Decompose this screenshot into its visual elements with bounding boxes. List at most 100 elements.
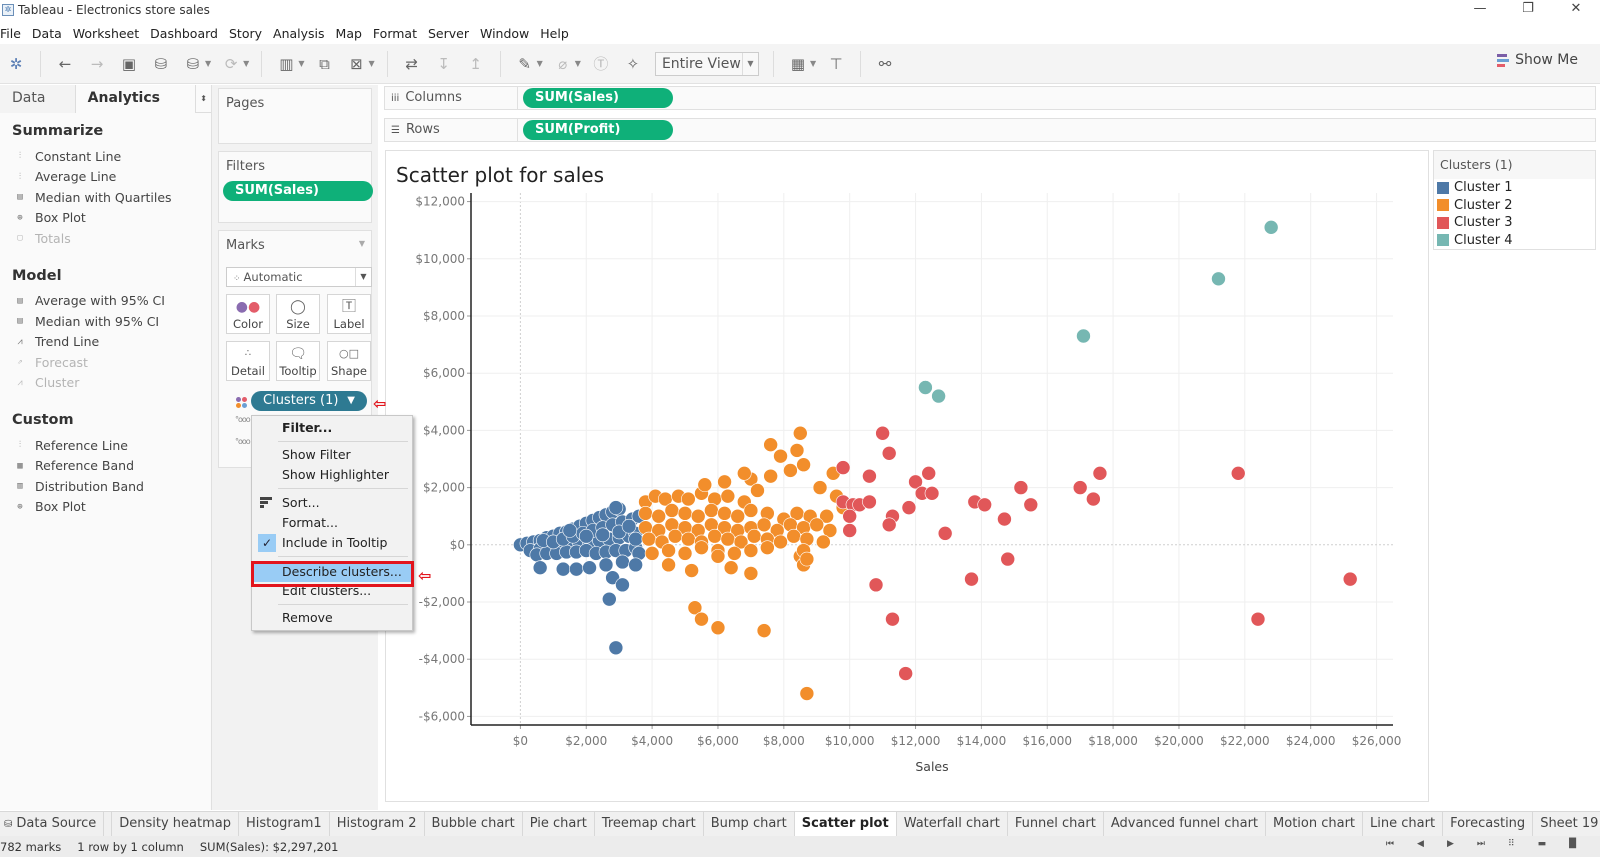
legend-item-cluster-2[interactable]: Cluster 2 <box>1434 197 1595 215</box>
data-point-cluster-3[interactable] <box>921 466 937 481</box>
sheet-tab-treemap-chart[interactable]: Treemap chart <box>595 812 704 836</box>
data-point-cluster-2[interactable] <box>677 506 693 521</box>
new-datasource-icon[interactable]: ⛁ <box>150 53 172 75</box>
legend-item-cluster-4[interactable]: Cluster 4 <box>1434 232 1595 250</box>
analytics-item-average-line[interactable]: ⫶ Average Line <box>0 167 211 188</box>
data-point-cluster-2[interactable] <box>743 543 759 558</box>
fit-dropdown[interactable]: Entire View ▼ <box>654 51 759 76</box>
sheet-tab-forecasting[interactable]: Forecasting <box>1443 812 1534 836</box>
analytics-item-forecast[interactable]: ⇗ Forecast <box>0 352 211 373</box>
data-point-cluster-2[interactable] <box>743 566 759 581</box>
analytics-item-box-plot[interactable]: ⊕ Box Plot <box>0 208 211 229</box>
sheet-tab-advanced-funnel-chart[interactable]: Advanced funnel chart <box>1104 812 1267 836</box>
data-point-cluster-3[interactable] <box>835 460 851 475</box>
data-point-cluster-4[interactable] <box>1211 271 1226 287</box>
menu-item-show-filter[interactable]: Show Filter <box>252 445 412 465</box>
columns-shelf[interactable]: iii Columns SUM(Sales) <box>384 86 1596 110</box>
cards-dropdown-icon[interactable]: ▼ <box>810 59 816 68</box>
menu-help[interactable]: Help <box>540 26 574 41</box>
sorter-view-icon[interactable]: ⠿ <box>1508 839 1515 849</box>
data-source-tab[interactable]: ⛁ Data Source <box>0 812 105 836</box>
redo-icon[interactable]: → <box>86 53 108 75</box>
analytics-item-totals[interactable]: ▢ Totals <box>0 228 211 249</box>
analytics-item-reference-line[interactable]: ⫶ Reference Line <box>0 435 211 456</box>
data-point-cluster-2[interactable] <box>720 488 736 504</box>
data-point-cluster-3[interactable] <box>1342 571 1358 587</box>
data-point-cluster-3[interactable] <box>881 445 897 461</box>
restore-button[interactable]: ❐ <box>1504 0 1552 20</box>
data-point-cluster-1[interactable] <box>608 500 624 515</box>
data-point-cluster-3[interactable] <box>1013 480 1029 495</box>
data-point-cluster-2[interactable] <box>707 528 722 544</box>
swap-rows-columns-icon[interactable]: ⇄ <box>401 53 423 75</box>
analytics-item-cluster[interactable]: ⩘ Cluster <box>0 373 211 394</box>
data-point-cluster-2[interactable] <box>717 474 732 490</box>
group-members-icon[interactable]: ⌀ <box>552 53 574 75</box>
data-point-cluster-2[interactable] <box>684 563 699 578</box>
new-worksheet-dropdown-icon[interactable]: ▼ <box>298 59 304 68</box>
data-point-cluster-4[interactable] <box>1263 220 1279 235</box>
data-point-cluster-3[interactable] <box>964 571 979 587</box>
data-point-cluster-1[interactable] <box>628 531 643 547</box>
menu-dashboard[interactable]: Dashboard <box>150 26 223 41</box>
analytics-item-trend-line[interactable]: ⩘ Trend Line <box>0 332 211 353</box>
mark-type-dropdown[interactable]: ⁘ Automatic ▼ <box>226 267 372 287</box>
data-point-cluster-2[interactable] <box>710 620 726 636</box>
sheet-tab-line-chart[interactable]: Line chart <box>1363 812 1444 836</box>
data-point-cluster-3[interactable] <box>901 500 917 515</box>
data-point-cluster-1[interactable] <box>532 560 548 575</box>
menu-data[interactable]: Data <box>32 26 67 41</box>
data-point-cluster-2[interactable] <box>694 540 709 555</box>
data-point-cluster-3[interactable] <box>924 486 940 501</box>
last-sheet-icon[interactable]: ⏭ <box>1477 839 1485 849</box>
clear-sheet-icon[interactable]: ⊠ <box>345 53 367 75</box>
data-point-cluster-2[interactable] <box>638 506 653 521</box>
sheet-tab-bubble-chart[interactable]: Bubble chart <box>425 812 523 836</box>
data-point-cluster-3[interactable] <box>1086 491 1101 507</box>
sheet-tab-chart[interactable]: chart <box>104 812 113 836</box>
data-point-cluster-2[interactable] <box>677 546 693 561</box>
data-point-cluster-1[interactable] <box>628 557 643 573</box>
data-point-cluster-2[interactable] <box>651 508 666 524</box>
refresh-dropdown-icon[interactable]: ▼ <box>243 59 249 68</box>
menu-item-sort[interactable]: Sort... <box>252 493 412 513</box>
pane-sort-icon[interactable]: ⬍ <box>195 85 211 113</box>
data-point-cluster-3[interactable] <box>842 508 857 524</box>
sheet-tab-histogram1[interactable]: Histogram1 <box>239 812 330 836</box>
filters-card[interactable]: Filters SUM(Sales) <box>218 151 373 223</box>
menu-item-show-highlighter[interactable]: Show Highlighter <box>252 465 412 485</box>
data-point-cluster-1[interactable] <box>582 560 597 575</box>
label-button[interactable]: 🅃 Label <box>327 294 371 334</box>
sheet-tab-motion-chart[interactable]: Motion chart <box>1266 812 1364 836</box>
data-point-cluster-2[interactable] <box>681 491 696 507</box>
data-point-cluster-3[interactable] <box>1250 611 1266 627</box>
data-point-cluster-1[interactable] <box>598 557 614 573</box>
analytics-item-constant-line[interactable]: ⫶ Constant Line <box>0 146 211 167</box>
analytics-item-average-with-95-ci[interactable]: ▤ Average with 95% CI <box>0 291 211 312</box>
sheet-tab-histogram-2[interactable]: Histogram 2 <box>330 812 425 836</box>
close-button[interactable]: ✕ <box>1552 0 1600 20</box>
data-point-cluster-3[interactable] <box>862 468 877 484</box>
pause-dropdown-icon[interactable]: ▼ <box>205 59 211 68</box>
data-point-cluster-3[interactable] <box>1092 466 1108 481</box>
minimize-button[interactable]: — <box>1456 0 1504 20</box>
undo-icon[interactable]: ← <box>54 53 76 75</box>
menu-window[interactable]: Window <box>480 26 534 41</box>
menu-analysis[interactable]: Analysis <box>273 26 330 41</box>
data-point-cluster-2[interactable] <box>816 534 831 550</box>
tab-analytics[interactable]: Analytics <box>75 85 196 113</box>
data-point-cluster-2[interactable] <box>704 503 719 518</box>
data-point-cluster-2[interactable] <box>756 623 772 638</box>
sheet-tab-waterfall-chart[interactable]: Waterfall chart <box>897 812 1008 836</box>
data-point-cluster-4[interactable] <box>1076 328 1091 344</box>
filmstrip-view-icon[interactable]: ▬ <box>1538 839 1547 849</box>
highlight-icon[interactable]: ✎ <box>514 53 536 75</box>
menu-item-filter[interactable]: Filter... <box>252 418 412 438</box>
data-point-cluster-2[interactable] <box>730 508 746 524</box>
data-point-cluster-2[interactable] <box>746 528 762 544</box>
show-me-button[interactable]: Show Me <box>1497 52 1578 68</box>
legend-item-cluster-3[interactable]: Cluster 3 <box>1434 214 1595 232</box>
data-point-cluster-2[interactable] <box>727 546 742 561</box>
sheet-tab-sheet-19[interactable]: Sheet 19 <box>1533 812 1600 836</box>
data-point-cluster-3[interactable] <box>937 526 953 541</box>
